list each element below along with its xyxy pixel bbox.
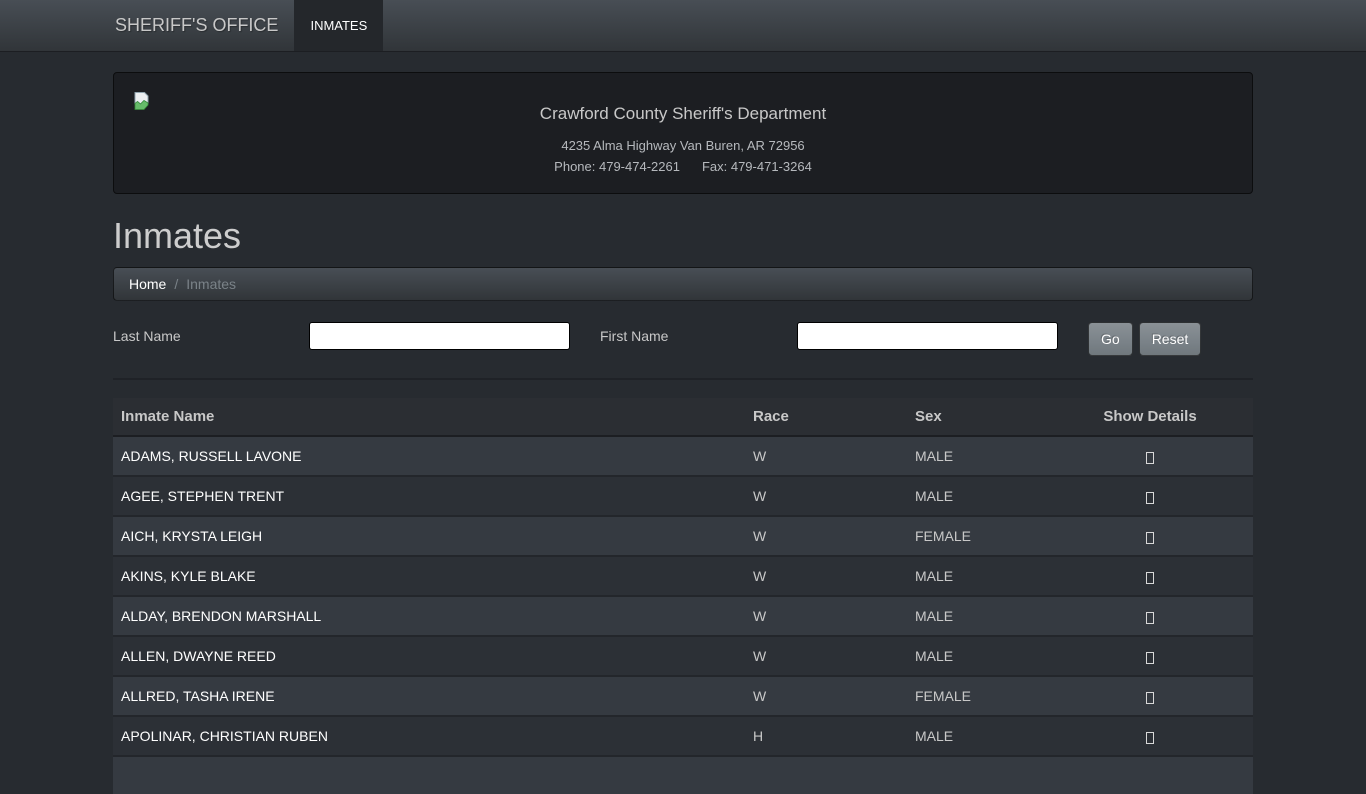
table-row: APOLINAR, CHRISTIAN RUBEN H MALE [113,716,1253,756]
table-row: ALLRED, TASHA IRENE W FEMALE [113,676,1253,716]
table-row: AICH, KRYSTA LEIGH W FEMALE [113,516,1253,556]
cell-show-details [1047,516,1253,556]
show-details-icon[interactable] [1146,532,1154,544]
header-sex: Sex [907,398,1047,436]
show-details-icon[interactable] [1146,452,1154,464]
header-show-details: Show Details [1047,398,1253,436]
department-info-panel: Crawford County Sheriff's Department 423… [113,72,1253,194]
breadcrumb-separator: / [166,276,186,292]
cell-inmate-name: AKINS, KYLE BLAKE [113,556,745,596]
table-row: ALLEN, DWAYNE REED W MALE [113,636,1253,676]
show-details-icon[interactable] [1146,692,1154,704]
first-name-input[interactable] [797,322,1058,350]
cell-race: W [745,596,907,636]
navbar-brand[interactable]: SHERIFF'S OFFICE [113,0,294,51]
table-row-partial [113,756,1253,794]
cell-inmate-name: AGEE, STEPHEN TRENT [113,476,745,516]
header-inmate-name: Inmate Name [113,398,745,436]
show-details-icon[interactable] [1146,652,1154,664]
table-row: AKINS, KYLE BLAKE W MALE [113,556,1253,596]
cell-race: W [745,476,907,516]
first-name-label: First Name [600,322,797,350]
breadcrumb: Home / Inmates [113,267,1253,301]
table-row: ALDAY, BRENDON MARSHALL W MALE [113,596,1253,636]
cell-show-details [1047,676,1253,716]
cell-inmate-name: ALDAY, BRENDON MARSHALL [113,596,745,636]
cell-show-details [1047,476,1253,516]
table-header-row: Inmate Name Race Sex Show Details [113,398,1253,436]
header-race: Race [745,398,907,436]
cell-sex: MALE [907,596,1047,636]
department-contact: Phone: 479-474-2261 Fax: 479-471-3264 [134,158,1232,176]
breadcrumb-current: Inmates [186,276,236,292]
cell-sex: MALE [907,436,1047,476]
navbar: SHERIFF'S OFFICE INMATES [0,0,1366,52]
show-details-icon[interactable] [1146,572,1154,584]
cell-inmate-name: ALLEN, DWAYNE REED [113,636,745,676]
show-details-icon[interactable] [1146,732,1154,744]
cell-race: W [745,556,907,596]
cell-show-details [1047,436,1253,476]
go-button[interactable]: Go [1088,322,1133,356]
cell-inmate-name: AICH, KRYSTA LEIGH [113,516,745,556]
last-name-label: Last Name [113,322,309,350]
breadcrumb-home-link[interactable]: Home [129,276,166,292]
cell-show-details [1047,716,1253,756]
cell-show-details [1047,596,1253,636]
cell-sex: FEMALE [907,676,1047,716]
page-title: Inmates [113,216,1253,256]
cell-inmate-name: ALLRED, TASHA IRENE [113,676,745,716]
cell-show-details [1047,636,1253,676]
reset-button[interactable]: Reset [1139,322,1202,356]
department-name: Crawford County Sheriff's Department [134,103,1232,124]
department-fax: Fax: 479-471-3264 [702,159,812,174]
cell-sex: MALE [907,716,1047,756]
cell-sex: MALE [907,476,1047,516]
last-name-input[interactable] [309,322,570,350]
cell-race: W [745,676,907,716]
cell-show-details [1047,556,1253,596]
department-phone: Phone: 479-474-2261 [554,159,680,174]
table-row: ADAMS, RUSSELL LAVONE W MALE [113,436,1253,476]
show-details-icon[interactable] [1146,612,1154,624]
divider [113,378,1253,380]
nav-tab-inmates[interactable]: INMATES [294,0,383,51]
cell-race: W [745,516,907,556]
cell-sex: MALE [907,636,1047,676]
cell-race: W [745,636,907,676]
cell-sex: MALE [907,556,1047,596]
broken-image-icon [134,92,149,110]
cell-sex: FEMALE [907,516,1047,556]
cell-race: H [745,716,907,756]
inmate-table-body: ADAMS, RUSSELL LAVONE W MALE AGEE, STEPH… [113,436,1253,794]
show-details-icon[interactable] [1146,492,1154,504]
cell-inmate-name: APOLINAR, CHRISTIAN RUBEN [113,716,745,756]
table-row: AGEE, STEPHEN TRENT W MALE [113,476,1253,516]
cell-race: W [745,436,907,476]
department-address: 4235 Alma Highway Van Buren, AR 72956 [134,137,1232,155]
inmate-table: Inmate Name Race Sex Show Details ADAMS,… [113,398,1253,794]
inmate-search-form: Last Name First Name Go Reset [113,322,1253,356]
cell-inmate-name: ADAMS, RUSSELL LAVONE [113,436,745,476]
